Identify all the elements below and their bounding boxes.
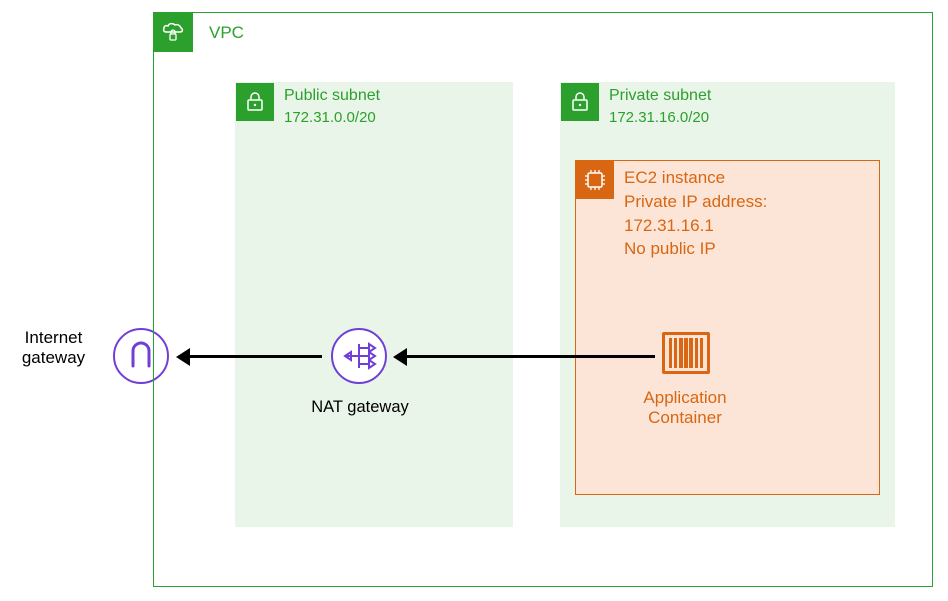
ec2-private-ip-label: Private IP address: <box>624 190 767 214</box>
public-subnet-cidr: 172.31.0.0/20 <box>284 109 376 126</box>
private-subnet-badge-icon <box>561 83 599 121</box>
ec2-info: EC2 instance Private IP address: 172.31.… <box>624 166 767 261</box>
container-label: Application Container <box>620 388 750 428</box>
vpc-label: VPC <box>209 23 244 43</box>
ec2-badge-icon <box>576 161 614 199</box>
arrow-nat-to-igw <box>188 355 322 358</box>
public-subnet-badge-icon <box>236 83 274 121</box>
application-container-icon <box>662 332 710 374</box>
nat-gateway-icon <box>331 328 387 384</box>
container-label-line2: Container <box>620 408 750 428</box>
private-subnet-label: Private subnet <box>609 87 711 105</box>
nat-gateway-label: NAT gateway <box>300 398 420 417</box>
ec2-private-ip: 172.31.16.1 <box>624 214 767 238</box>
ec2-public-ip-note: No public IP <box>624 237 767 261</box>
vpc-badge-icon <box>153 12 193 52</box>
container-label-line1: Application <box>620 388 750 408</box>
private-subnet-cidr: 172.31.16.0/20 <box>609 109 709 126</box>
ec2-title: EC2 instance <box>624 166 767 190</box>
arrow-container-to-nat <box>405 355 655 358</box>
igw-label-line1: Internet <box>11 328 96 348</box>
public-subnet: Public subnet 172.31.0.0/20 <box>235 82 513 527</box>
internet-gateway-label: Internet gateway <box>11 328 96 368</box>
igw-label-line2: gateway <box>11 348 96 368</box>
ec2-instance-box: EC2 instance Private IP address: 172.31.… <box>575 160 880 495</box>
public-subnet-label: Public subnet <box>284 87 380 105</box>
